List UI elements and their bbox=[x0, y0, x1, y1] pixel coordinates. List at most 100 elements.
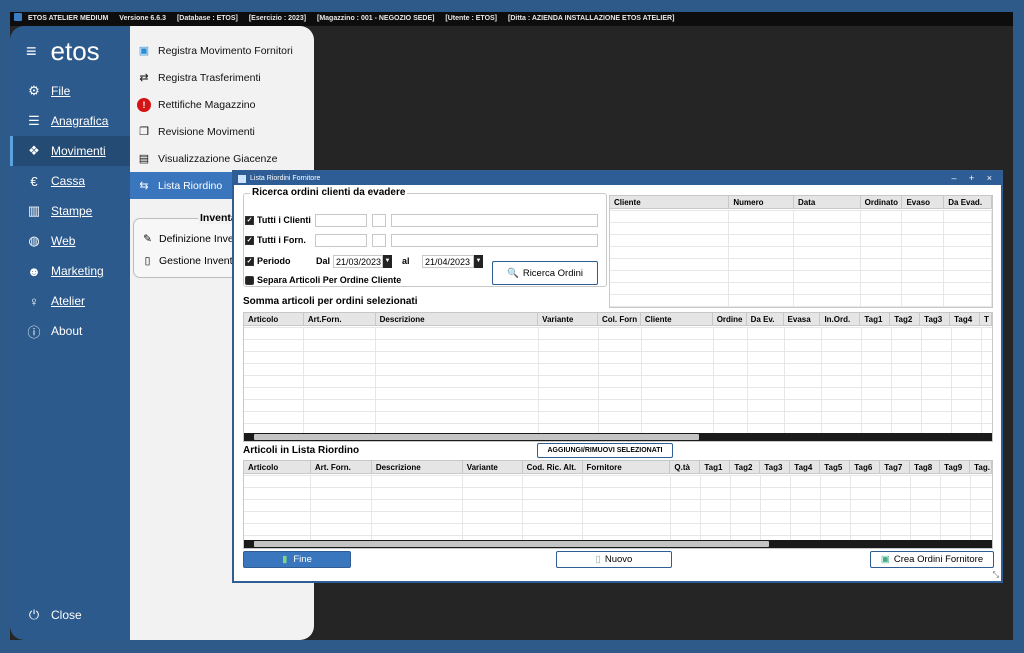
column-header[interactable]: Da Ev. bbox=[747, 313, 784, 325]
sidebar-item-web[interactable]: ◍ Web bbox=[10, 226, 130, 256]
menu-item-label: Visualizzazione Giacenze bbox=[158, 152, 278, 165]
menu-item-gestione-inventario[interactable]: ▯ Gestione Inventa bbox=[141, 255, 239, 267]
separa-checkbox[interactable]: Separa Articoli Per Ordine Cliente bbox=[245, 275, 401, 285]
al-label: al bbox=[402, 256, 410, 266]
column-header[interactable]: Descrizione bbox=[376, 313, 539, 325]
window-controls[interactable]: – + × bbox=[951, 172, 997, 185]
search-orders-icon: 🔍 bbox=[506, 267, 519, 279]
fornitore-name-input[interactable] bbox=[391, 234, 598, 247]
column-header[interactable]: Tag2 bbox=[730, 461, 761, 473]
sidebar-item-file[interactable]: ⚙ File bbox=[10, 76, 130, 106]
nuovo-button[interactable]: ▯ Nuovo bbox=[556, 551, 672, 568]
column-header[interactable]: Tag4 bbox=[790, 461, 821, 473]
tutti-clienti-checkbox[interactable]: ✓ Tutti i Clienti bbox=[245, 215, 311, 225]
column-header[interactable]: Tag. bbox=[970, 461, 992, 473]
titlebar-ditta: [Ditta : AZIENDA INSTALLAZIONE ETOS ATEL… bbox=[507, 15, 675, 22]
scrollbar-thumb[interactable] bbox=[254, 434, 699, 440]
column-header[interactable]: Da Evad. bbox=[944, 196, 992, 208]
column-header[interactable]: Tag2 bbox=[890, 313, 921, 325]
column-header[interactable]: Articolo bbox=[244, 313, 304, 325]
menu-item-revisione[interactable]: ❐ Revisione Movimenti bbox=[130, 118, 314, 145]
tutti-forn-checkbox[interactable]: ✓ Tutti i Forn. bbox=[245, 235, 306, 245]
date-to-picker-icon[interactable]: ▼ bbox=[474, 255, 483, 268]
sidebar-item-marketing[interactable]: ☻ Marketing bbox=[10, 256, 130, 286]
column-header[interactable]: Evasa bbox=[784, 313, 821, 325]
menu-item-rettifiche[interactable]: ! Rettifiche Magazzino bbox=[130, 91, 314, 118]
close-label: Close bbox=[51, 608, 82, 622]
column-header[interactable]: Tag9 bbox=[940, 461, 971, 473]
fornitore-code-input[interactable] bbox=[315, 234, 367, 247]
checkbox-icon: ✓ bbox=[245, 215, 254, 225]
column-header[interactable]: Art.Forn. bbox=[304, 313, 376, 325]
column-header[interactable]: Tag1 bbox=[860, 313, 891, 325]
cliente-code-input[interactable] bbox=[315, 214, 367, 227]
scrollbar-thumb[interactable] bbox=[254, 541, 769, 547]
chart-icon: ▥ bbox=[27, 203, 41, 218]
column-header[interactable]: Fornitore bbox=[583, 461, 671, 473]
column-header[interactable]: Cod. Ric. Alt. bbox=[523, 461, 583, 473]
sidebar-item-movimenti[interactable]: ❖ Movimenti bbox=[10, 136, 130, 166]
column-header[interactable]: In.Ord. bbox=[820, 313, 861, 325]
column-header[interactable]: Ordine bbox=[713, 313, 747, 325]
menu-item-registra-trasferimenti[interactable]: ⇄ Registra Trasferimenti bbox=[130, 64, 314, 91]
menu-item-label: Registra Movimento Fornitori bbox=[158, 44, 293, 57]
cliente-name-input[interactable] bbox=[391, 214, 598, 227]
sidebar-item-anagrafica[interactable]: ☰ Anagrafica bbox=[10, 106, 130, 136]
sidebar-item-about[interactable]: ⓘ About bbox=[10, 316, 130, 346]
column-header[interactable]: Tag4 bbox=[950, 313, 981, 325]
reorder-list-grid[interactable]: Articolo Art. Forn. Descrizione Variante… bbox=[243, 460, 993, 549]
date-from-input[interactable]: 21/03/2023 bbox=[333, 255, 383, 268]
date-from-picker-icon[interactable]: ▼ bbox=[383, 255, 392, 268]
column-header[interactable]: T bbox=[980, 313, 992, 325]
column-header[interactable]: Descrizione bbox=[372, 461, 463, 473]
sidebar-item-cassa[interactable]: € Cassa bbox=[10, 166, 130, 196]
column-header[interactable]: Tag5 bbox=[820, 461, 851, 473]
column-header[interactable]: Tag8 bbox=[910, 461, 941, 473]
column-header[interactable]: Articolo bbox=[244, 461, 311, 473]
crea-ordini-fornitore-button[interactable]: ▣ Crea Ordini Fornitore bbox=[870, 551, 994, 568]
column-header[interactable]: Cliente bbox=[610, 196, 730, 208]
column-header[interactable]: Q.tà bbox=[670, 461, 701, 473]
menu-item-registra-fornitori[interactable]: ▣ Registra Movimento Fornitori bbox=[130, 37, 314, 64]
orders-grid[interactable]: Cliente Numero Data Ordinato Evaso Da Ev… bbox=[609, 195, 993, 308]
cliente-lookup-button[interactable] bbox=[372, 214, 386, 227]
column-header[interactable]: Data bbox=[794, 196, 861, 208]
fornitore-lookup-button[interactable] bbox=[372, 234, 386, 247]
column-header[interactable]: Art. Forn. bbox=[311, 461, 372, 473]
column-header[interactable]: Ordinato bbox=[861, 196, 903, 208]
menu-item-definizione-inventario[interactable]: ✎ Definizione Inven bbox=[141, 233, 239, 245]
column-header[interactable]: Cliente bbox=[641, 313, 713, 325]
titlebar-app: ETOS ATELIER MEDIUM bbox=[27, 15, 109, 22]
column-header[interactable]: Tag3 bbox=[760, 461, 791, 473]
toggle-selected-button[interactable]: AGGIUNGI/RIMUOVI SELEZIONATI bbox=[537, 443, 673, 458]
column-header[interactable]: Variante bbox=[538, 313, 599, 325]
titlebar-esercizio: [Esercizio : 2023] bbox=[248, 15, 307, 22]
menu-item-giacenze[interactable]: ▤ Visualizzazione Giacenze bbox=[130, 145, 314, 172]
resize-grip-icon[interactable]: ⤡ bbox=[993, 570, 999, 580]
copy-icon: ❐ bbox=[139, 126, 149, 138]
column-header[interactable]: Tag3 bbox=[920, 313, 951, 325]
exit-icon: ▮ bbox=[282, 554, 288, 565]
column-header[interactable]: Tag1 bbox=[700, 461, 731, 473]
sidebar-item-atelier[interactable]: ♀ Atelier bbox=[10, 286, 130, 316]
hamburger-icon[interactable]: ≡ bbox=[26, 41, 37, 62]
sum-grid-scrollbar[interactable] bbox=[244, 433, 992, 441]
create-orders-icon: ▣ bbox=[880, 554, 890, 565]
close-button[interactable]: ⏻ Close bbox=[10, 600, 130, 630]
date-to-input[interactable]: 21/04/2023 bbox=[422, 255, 474, 268]
column-header[interactable]: Evaso bbox=[902, 196, 945, 208]
column-header[interactable]: Variante bbox=[463, 461, 523, 473]
gear-icon: ⚙ bbox=[28, 83, 40, 98]
fine-button[interactable]: ▮ Fine bbox=[243, 551, 351, 568]
ricerca-ordini-button[interactable]: 🔍 Ricerca Ordini bbox=[492, 261, 598, 285]
column-header[interactable]: Tag6 bbox=[850, 461, 881, 473]
sidebar-item-stampe[interactable]: ▥ Stampe bbox=[10, 196, 130, 226]
button-label: Ricerca Ordini bbox=[522, 267, 584, 279]
button-label: Fine bbox=[293, 554, 312, 565]
reorder-grid-scrollbar[interactable] bbox=[244, 540, 992, 548]
periodo-checkbox[interactable]: ✓ Periodo bbox=[245, 256, 291, 266]
column-header[interactable]: Col. Forn bbox=[598, 313, 641, 325]
column-header[interactable]: Numero bbox=[729, 196, 794, 208]
sum-grid[interactable]: Articolo Art.Forn. Descrizione Variante … bbox=[243, 312, 993, 442]
column-header[interactable]: Tag7 bbox=[880, 461, 911, 473]
